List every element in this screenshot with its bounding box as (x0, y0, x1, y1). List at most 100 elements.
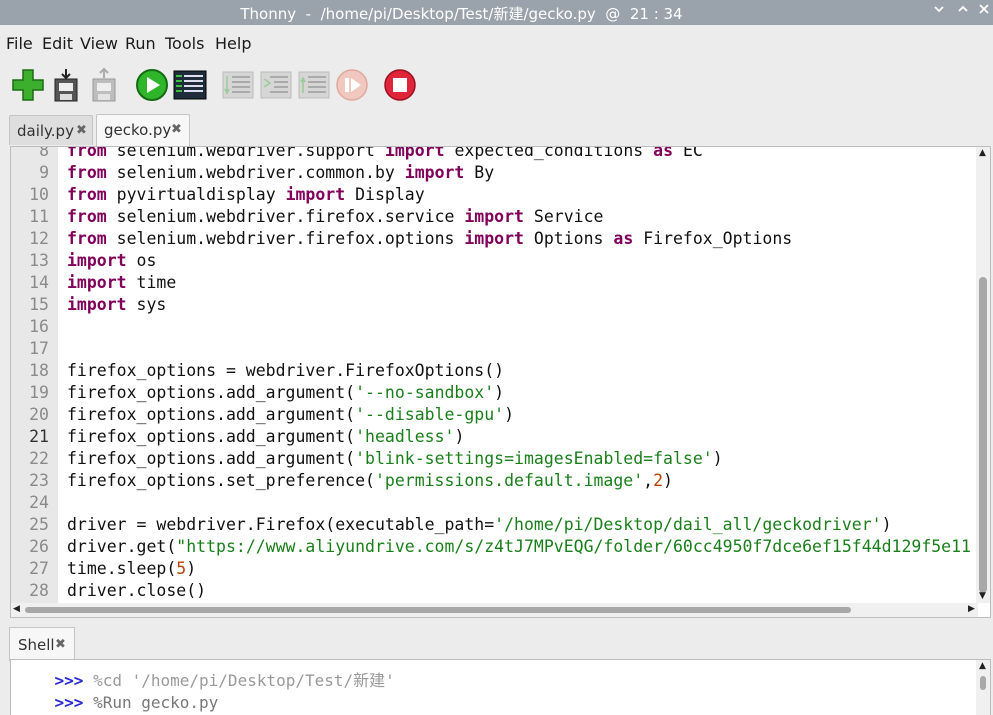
tab-close-icon[interactable]: ✖ (171, 122, 182, 137)
code-line[interactable]: 26 driver.get("https://www.aliyundrive.co… (11, 536, 976, 558)
code-token: firefox_options.add_argument( (67, 405, 356, 424)
code-token: firefox_options.add_argument( (67, 383, 356, 402)
keyword-token: import (285, 185, 346, 204)
string-token: '--no-sandbox' (355, 383, 495, 402)
tab-shell[interactable]: Shell ✖ (9, 627, 75, 661)
code-token: Options (523, 229, 614, 248)
code-line[interactable]: 22 firefox_options.add_argument('blink-se… (11, 448, 976, 470)
code-area[interactable]: 8 from selenium.webdriver.support import … (11, 146, 976, 602)
code-line[interactable]: 18 firefox_options = webdriver.FirefoxOpt… (11, 360, 976, 382)
code-editor[interactable]: 8 from selenium.webdriver.support import … (10, 146, 991, 618)
code-line[interactable]: 16 (11, 316, 976, 338)
code-line[interactable]: 12 from selenium.webdriver.firefox.option… (11, 228, 976, 250)
minimize-button[interactable] (930, 3, 948, 21)
line-number: 12 (29, 229, 49, 248)
step-over-button[interactable] (220, 67, 256, 103)
code-line[interactable]: 28 driver.close() (11, 580, 976, 602)
code-token: ) (712, 449, 723, 468)
keyword-token: import (464, 229, 524, 248)
step-out-button[interactable] (296, 67, 332, 103)
menu-file[interactable]: File (6, 34, 33, 53)
load-file-icon (54, 69, 78, 102)
code-line[interactable]: 19 firefox_options.add_argument('--no-san… (11, 382, 976, 404)
number-token: 2 (653, 471, 664, 490)
line-source: firefox_options.add_argument('headless') (67, 426, 464, 448)
code-line[interactable]: 11 from selenium.webdriver.firefox.servic… (11, 206, 976, 228)
code-line[interactable]: 21 firefox_options.add_argument('headless… (11, 426, 976, 448)
tab-label: gecko.py (104, 121, 172, 139)
menu-help[interactable]: Help (215, 34, 251, 53)
scroll-down-icon[interactable]: ▼ (979, 591, 986, 601)
code-token: EC (673, 146, 703, 160)
code-line[interactable]: 15 import sys (11, 294, 976, 316)
close-window-button[interactable] (975, 3, 993, 21)
tab-daily-py[interactable]: daily.py ✖ (9, 115, 93, 145)
line-source: from pyvirtualdisplay import Display (67, 184, 425, 206)
keyword-token: import (384, 146, 445, 160)
new-file-button[interactable] (10, 67, 46, 103)
line-number: 25 (29, 515, 49, 534)
stop-button[interactable] (382, 67, 418, 103)
horizontal-scroll-thumb[interactable] (25, 607, 851, 613)
keyword-token: from (67, 185, 107, 204)
code-line[interactable]: 14 import time (11, 272, 976, 294)
code-line[interactable]: 17 (11, 338, 976, 360)
save-button[interactable] (86, 67, 122, 103)
code-token: , (643, 471, 654, 490)
scroll-left-icon[interactable]: ◀ (13, 604, 20, 614)
code-line[interactable]: 23 firefox_options.set_preference('permis… (11, 470, 976, 492)
maximize-button[interactable] (954, 3, 972, 21)
vertical-scrollbar[interactable]: ▲ ▼ (976, 147, 990, 603)
code-line[interactable]: 20 firefox_options.add_argument('--disabl… (11, 404, 976, 426)
scroll-up-icon[interactable]: ▲ (979, 148, 986, 158)
resume-icon (336, 69, 368, 101)
tab-label: daily.py (17, 122, 74, 140)
tab-gecko-py[interactable]: gecko.py ✖ (96, 114, 190, 147)
code-line[interactable]: 8 from selenium.webdriver.support import … (11, 146, 976, 162)
shell-console[interactable]: >>> %cd '/home/pi/Desktop/Test/新建' >>> %… (10, 659, 991, 715)
code-token: Firefox_Options (633, 229, 793, 248)
stop-icon (384, 69, 416, 101)
menu-view[interactable]: View (80, 34, 118, 53)
shell-scrollbar[interactable]: ▲ (976, 660, 990, 715)
shell-scroll-thumb[interactable] (980, 676, 986, 690)
code-token: ) (494, 383, 505, 402)
horizontal-scrollbar[interactable]: ◀ ▶ (11, 603, 978, 617)
string-token: 'permissions.default.image' (374, 471, 644, 490)
code-line[interactable]: 24 (11, 492, 976, 514)
line-number: 15 (29, 295, 49, 314)
menu-run[interactable]: Run (125, 34, 156, 53)
line-number: 27 (29, 559, 49, 578)
line-number: 8 (39, 146, 49, 160)
code-line[interactable]: 25 driver = webdriver.Firefox(executable_… (11, 514, 976, 536)
debug-button[interactable] (172, 67, 208, 103)
vertical-scroll-thumb[interactable] (979, 277, 987, 593)
load-button[interactable] (48, 67, 84, 103)
code-token: firefox_options = webdriver.FirefoxOptio… (67, 361, 505, 380)
code-token: time (126, 273, 177, 292)
line-source: time.sleep(5) (67, 558, 196, 580)
code-line[interactable]: 10 from pyvirtualdisplay import Display (11, 184, 976, 206)
code-line[interactable]: 13 import os (11, 250, 976, 272)
tab-close-icon[interactable]: ✖ (76, 123, 87, 138)
scroll-up-icon[interactable]: ▲ (979, 661, 986, 671)
code-token: time.sleep( (67, 559, 177, 578)
code-token: selenium.webdriver.support (106, 146, 385, 160)
menu-edit[interactable]: Edit (42, 34, 73, 53)
line-source: import os (67, 250, 156, 272)
menu-tools[interactable]: Tools (165, 34, 204, 53)
resume-button[interactable] (334, 67, 370, 103)
line-number: 23 (29, 471, 49, 490)
code-token: selenium.webdriver.common.by (106, 163, 405, 182)
line-number: 20 (29, 405, 49, 424)
tab-close-icon[interactable]: ✖ (55, 637, 66, 652)
scroll-right-icon[interactable]: ▶ (968, 604, 975, 614)
line-source: driver.get("https://www.aliyundrive.com/… (67, 536, 971, 558)
line-source: firefox_options.add_argument('--disable-… (67, 404, 514, 426)
code-token: ) (504, 405, 515, 424)
run-button[interactable] (134, 67, 170, 103)
code-token: ) (454, 427, 465, 446)
step-into-button[interactable] (258, 67, 294, 103)
code-line[interactable]: 27 time.sleep(5) (11, 558, 976, 580)
code-line[interactable]: 9 from selenium.webdriver.common.by impor… (11, 162, 976, 184)
